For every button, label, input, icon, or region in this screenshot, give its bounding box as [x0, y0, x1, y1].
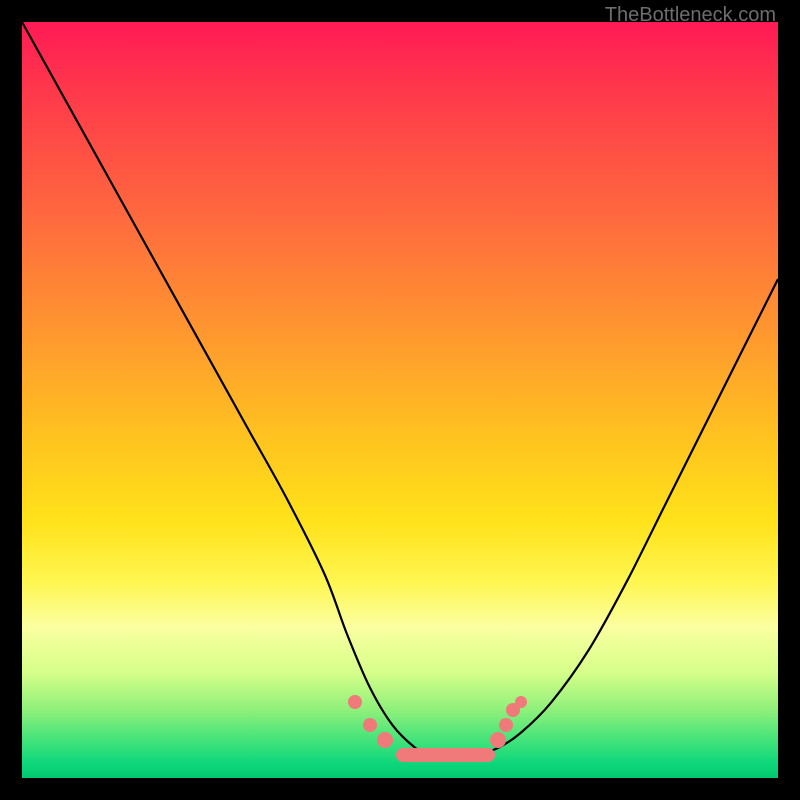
marker-dot	[363, 718, 377, 732]
attribution-text: TheBottleneck.com	[605, 4, 776, 27]
marker-flat-bottom	[396, 748, 495, 762]
bottleneck-curve	[22, 22, 778, 778]
marker-dot	[499, 718, 513, 732]
plot-area	[22, 22, 778, 778]
marker-dot	[377, 732, 393, 748]
marker-dot	[348, 695, 362, 709]
curve-path	[22, 22, 778, 756]
chart-frame: TheBottleneck.com	[0, 0, 800, 800]
